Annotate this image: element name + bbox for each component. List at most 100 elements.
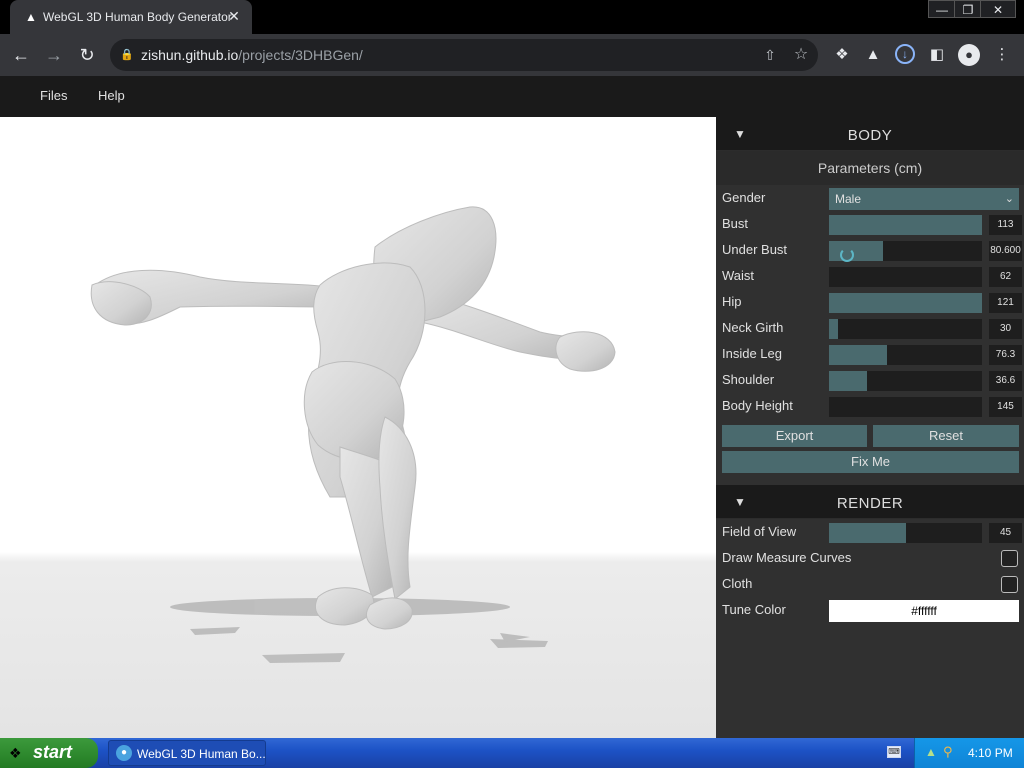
start-button[interactable]: ❖ start <box>0 738 98 768</box>
url-host: zishun.github.io <box>141 47 239 63</box>
waist-row: Waist 62 <box>716 263 1024 289</box>
hip-row: Hip 121 <box>716 289 1024 315</box>
human-body-mesh <box>90 206 616 630</box>
close-window-button[interactable]: ✕ <box>980 0 1016 18</box>
fov-row: Field of View 45 <box>716 519 1024 545</box>
bust-label: Bust <box>722 216 749 231</box>
app-menubar: Files Help <box>0 76 1024 117</box>
under-bust-label: Under Bust <box>722 242 788 257</box>
menu-files[interactable]: Files <box>40 88 67 103</box>
inside-leg-slider-fill <box>829 345 888 365</box>
parameters-title-bar: Parameters (cm) <box>716 151 1024 185</box>
body-height-value[interactable]: 145 <box>989 397 1022 417</box>
taskbar-item-label: WebGL 3D Human Bo... <box>137 747 266 761</box>
bust-slider[interactable] <box>829 215 982 235</box>
body-folder-title: BODY <box>847 127 893 144</box>
tune-color-label: Tune Color <box>722 602 786 617</box>
shoulder-slider-fill <box>829 371 868 391</box>
share-icon[interactable]: ⇧ <box>761 46 779 64</box>
menu-help[interactable]: Help <box>98 88 125 103</box>
gender-value: Male <box>835 192 862 206</box>
windows-taskbar: ❖ start ● WebGL 3D Human Bo... ⌨ ▲ ⚲ 4:1… <box>0 738 1024 768</box>
browser-toolbar: ← → ↻ 🔒 zishun.github.io/projects/3DHBGe… <box>0 34 1024 76</box>
taskbar-item-browser[interactable]: ● WebGL 3D Human Bo... <box>108 740 266 766</box>
cloth-row: Cloth <box>716 571 1024 597</box>
url-text: zishun.github.io/projects/3DHBGen/ <box>141 47 363 63</box>
neck-girth-value[interactable]: 30 <box>989 319 1022 339</box>
search-icon[interactable]: ⚲ <box>943 744 953 760</box>
profile-avatar-icon[interactable]: ● <box>958 44 980 66</box>
body-height-slider[interactable] <box>829 397 982 417</box>
restore-window-button[interactable]: ❐ <box>954 0 982 18</box>
loading-spinner-icon <box>840 248 854 262</box>
render-folder-title: RENDER <box>836 495 904 512</box>
body-model-render <box>90 206 616 663</box>
gender-label: Gender <box>722 190 766 205</box>
shoulder-slider[interactable] <box>829 371 982 391</box>
fov-slider[interactable] <box>829 523 982 543</box>
tune-color-row: Tune Color #ffffff <box>716 597 1024 623</box>
neck-girth-slider[interactable] <box>829 319 982 339</box>
network-icon[interactable]: ▲ <box>925 745 937 759</box>
draw-curves-label: Draw Measure Curves <box>722 550 852 565</box>
tune-color-input[interactable]: #ffffff <box>829 600 1019 622</box>
side-panel-icon[interactable]: ◧ <box>926 44 948 66</box>
chevron-down-icon: ⌄ <box>1004 193 1014 205</box>
draw-curves-checkbox[interactable] <box>1001 550 1018 567</box>
body-folder-header[interactable]: ▼ BODY <box>716 117 1024 151</box>
bust-value[interactable]: 113 <box>989 215 1022 235</box>
close-tab-icon[interactable]: ✕ <box>226 8 242 24</box>
inside-leg-slider[interactable] <box>829 345 982 365</box>
body-height-row: Body Height 145 <box>716 393 1024 419</box>
parameters-title: Parameters (cm) <box>817 160 923 176</box>
inside-leg-label: Inside Leg <box>722 346 782 361</box>
back-icon[interactable]: ← <box>10 44 32 66</box>
minimize-window-button[interactable]: — <box>928 0 956 18</box>
gender-row: Gender Male ⌄ <box>716 185 1024 211</box>
lock-icon[interactable]: 🔒 <box>120 47 134 63</box>
body-height-label: Body Height <box>722 398 793 413</box>
browser-tab[interactable]: ▲ WebGL 3D Human Body Generator ✕ <box>10 0 252 34</box>
browser-menu-icon[interactable]: ⋮ <box>991 44 1013 66</box>
address-bar[interactable]: 🔒 zishun.github.io/projects/3DHBGen/ ⇧ ☆ <box>110 39 818 71</box>
render-parameters: Field of View 45 Draw Measure Curves Clo… <box>716 519 1024 738</box>
reload-icon[interactable]: ↻ <box>76 44 98 66</box>
extensions-puzzle-icon[interactable]: ❖ <box>831 44 853 66</box>
export-button[interactable]: Export <box>722 425 867 447</box>
shoulder-value[interactable]: 36.6 <box>989 371 1022 391</box>
under-bust-value[interactable]: 80.600 <box>989 241 1022 261</box>
render-folder-header[interactable]: ▼ RENDER <box>716 485 1024 519</box>
keyboard-icon[interactable]: ⌨ <box>887 746 901 758</box>
download-icon[interactable]: ↓ <box>895 44 917 66</box>
cloth-checkbox[interactable] <box>1001 576 1018 593</box>
reset-button[interactable]: Reset <box>873 425 1019 447</box>
system-tray: ▲ ⚲ 4:10 PM <box>914 738 1024 768</box>
draw-curves-row: Draw Measure Curves <box>716 545 1024 571</box>
labs-flask-icon[interactable]: ▲ <box>862 44 884 66</box>
shoulder-row: Shoulder 36.6 <box>716 367 1024 393</box>
browser-tabstrip: ▲ WebGL 3D Human Body Generator ✕ — ❐ ✕ <box>0 0 1024 34</box>
bookmark-star-icon[interactable]: ☆ <box>792 46 810 64</box>
start-label: start <box>33 742 73 762</box>
fix-me-button[interactable]: Fix Me <box>722 451 1019 473</box>
fov-value[interactable]: 45 <box>989 523 1022 543</box>
hip-slider[interactable] <box>829 293 982 313</box>
control-panel: ▼ BODY Parameters (cm) Gender Male ⌄ Bus… <box>716 117 1024 738</box>
hip-value[interactable]: 121 <box>989 293 1022 313</box>
forward-icon[interactable]: → <box>43 44 65 66</box>
page-favicon-icon: ▲ <box>25 10 37 24</box>
waist-value[interactable]: 62 <box>989 267 1022 287</box>
waist-slider[interactable] <box>829 267 982 287</box>
tab-title: WebGL 3D Human Body Generator <box>43 10 232 24</box>
tray-clock: 4:10 PM <box>968 746 1013 760</box>
neck-girth-row: Neck Girth 30 <box>716 315 1024 341</box>
fov-slider-fill <box>829 523 906 543</box>
hip-label: Hip <box>722 294 742 309</box>
cloth-label: Cloth <box>722 576 753 591</box>
gender-select[interactable]: Male ⌄ <box>829 188 1019 210</box>
neck-girth-label: Neck Girth <box>722 320 784 335</box>
inside-leg-value[interactable]: 76.3 <box>989 345 1022 365</box>
webgl-viewport[interactable] <box>0 117 716 738</box>
url-path: /projects/3DHBGen/ <box>238 47 363 63</box>
fov-label: Field of View <box>722 524 797 539</box>
